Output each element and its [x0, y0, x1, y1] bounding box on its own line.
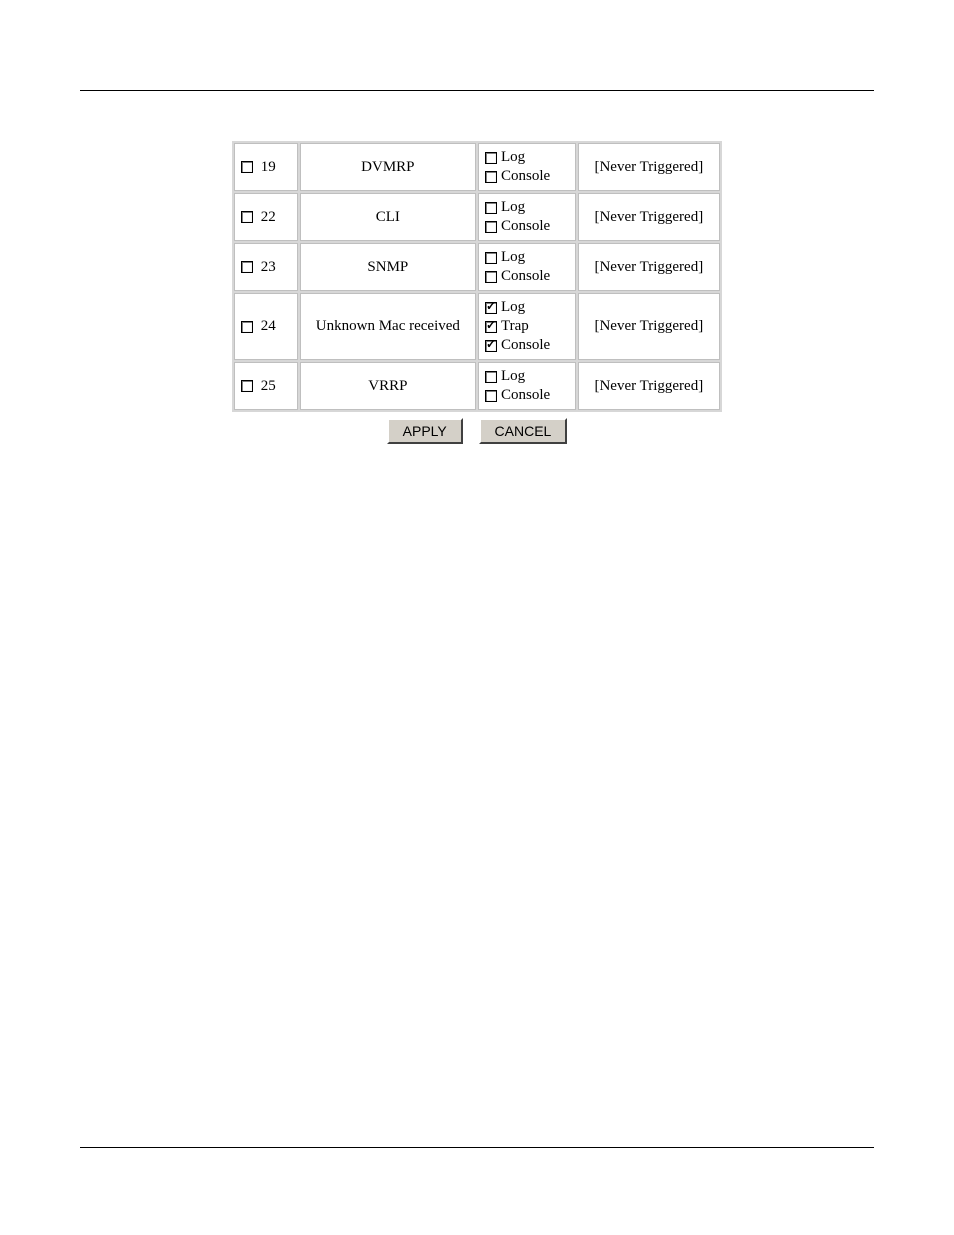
event-option: Log — [485, 367, 569, 386]
event-id-cell: 25 — [234, 362, 298, 410]
console-checkbox[interactable] — [485, 340, 497, 352]
event-enable-checkbox[interactable] — [241, 261, 253, 273]
log-checkbox[interactable] — [485, 302, 497, 314]
event-status-cell: [Never Triggered] — [578, 362, 720, 410]
event-status-cell: [Never Triggered] — [578, 243, 720, 291]
event-name: SNMP — [367, 259, 408, 275]
header-rule — [80, 90, 874, 91]
event-option: Console — [485, 336, 569, 355]
event-options-cell: Log Console — [478, 193, 576, 241]
button-row: APPLY CANCEL — [232, 418, 722, 444]
log-label: Log — [501, 368, 525, 385]
log-checkbox[interactable] — [485, 371, 497, 383]
event-option: Log — [485, 198, 569, 217]
apply-button[interactable]: APPLY — [387, 418, 463, 444]
log-label: Log — [501, 249, 525, 266]
event-name-cell: SNMP — [300, 243, 476, 291]
event-enable-checkbox[interactable] — [241, 211, 253, 223]
log-checkbox[interactable] — [485, 252, 497, 264]
event-name: Unknown Mac received — [316, 318, 460, 334]
event-name-cell: VRRP — [300, 362, 476, 410]
console-label: Console — [501, 168, 550, 185]
event-enable-checkbox[interactable] — [241, 161, 253, 173]
event-status: [Never Triggered] — [594, 259, 703, 275]
console-checkbox[interactable] — [485, 171, 497, 183]
event-id: 19 — [261, 159, 276, 175]
event-id: 24 — [261, 318, 276, 334]
event-option: Console — [485, 386, 569, 405]
event-options-cell: Log Console — [478, 243, 576, 291]
log-checkbox[interactable] — [485, 152, 497, 164]
log-label: Log — [501, 149, 525, 166]
event-status-cell: [Never Triggered] — [578, 143, 720, 191]
event-name: VRRP — [368, 378, 407, 394]
event-options-cell: Log Console — [478, 362, 576, 410]
event-id: 25 — [261, 378, 276, 394]
console-label: Console — [501, 337, 550, 354]
console-label: Console — [501, 218, 550, 235]
console-label: Console — [501, 387, 550, 404]
event-option: Trap — [485, 317, 569, 336]
event-id-cell: 22 — [234, 193, 298, 241]
event-status: [Never Triggered] — [594, 318, 703, 334]
event-name: DVMRP — [361, 159, 414, 175]
events-table: 19 DVMRP Log Console [Never Triggered] 22 CLI… — [232, 141, 722, 412]
table-row: 22 CLI Log Console [Never Triggered] — [234, 193, 720, 241]
console-checkbox[interactable] — [485, 221, 497, 233]
event-status: [Never Triggered] — [594, 159, 703, 175]
trap-checkbox[interactable] — [485, 321, 497, 333]
event-id-cell: 19 — [234, 143, 298, 191]
log-checkbox[interactable] — [485, 202, 497, 214]
event-option: Console — [485, 267, 569, 286]
footer-rule — [80, 1147, 874, 1148]
event-status-cell: [Never Triggered] — [578, 293, 720, 360]
event-id-cell: 23 — [234, 243, 298, 291]
event-enable-checkbox[interactable] — [241, 321, 253, 333]
console-checkbox[interactable] — [485, 271, 497, 283]
event-option: Log — [485, 248, 569, 267]
event-enable-checkbox[interactable] — [241, 380, 253, 392]
event-status: [Never Triggered] — [594, 209, 703, 225]
log-label: Log — [501, 299, 525, 316]
event-name-cell: CLI — [300, 193, 476, 241]
log-label: Log — [501, 199, 525, 216]
console-checkbox[interactable] — [485, 390, 497, 402]
event-option: Log — [485, 298, 569, 317]
table-row: 25 VRRP Log Console [Never Triggered] — [234, 362, 720, 410]
event-name-cell: Unknown Mac received — [300, 293, 476, 360]
console-label: Console — [501, 268, 550, 285]
event-id: 22 — [261, 209, 276, 225]
table-row: 19 DVMRP Log Console [Never Triggered] — [234, 143, 720, 191]
event-option: Console — [485, 217, 569, 236]
event-options-cell: Log Console — [478, 143, 576, 191]
event-status-cell: [Never Triggered] — [578, 193, 720, 241]
events-table-container: 19 DVMRP Log Console [Never Triggered] 22 CLI… — [232, 141, 722, 444]
cancel-button[interactable]: CANCEL — [479, 418, 568, 444]
table-row: 24 Unknown Mac received Log Trap Console [Nev… — [234, 293, 720, 360]
event-status: [Never Triggered] — [594, 378, 703, 394]
event-name-cell: DVMRP — [300, 143, 476, 191]
event-id: 23 — [261, 259, 276, 275]
trap-label: Trap — [501, 318, 529, 335]
event-name: CLI — [376, 209, 400, 225]
event-options-cell: Log Trap Console — [478, 293, 576, 360]
event-id-cell: 24 — [234, 293, 298, 360]
table-row: 23 SNMP Log Console [Never Triggered] — [234, 243, 720, 291]
event-option: Log — [485, 148, 569, 167]
event-option: Console — [485, 167, 569, 186]
